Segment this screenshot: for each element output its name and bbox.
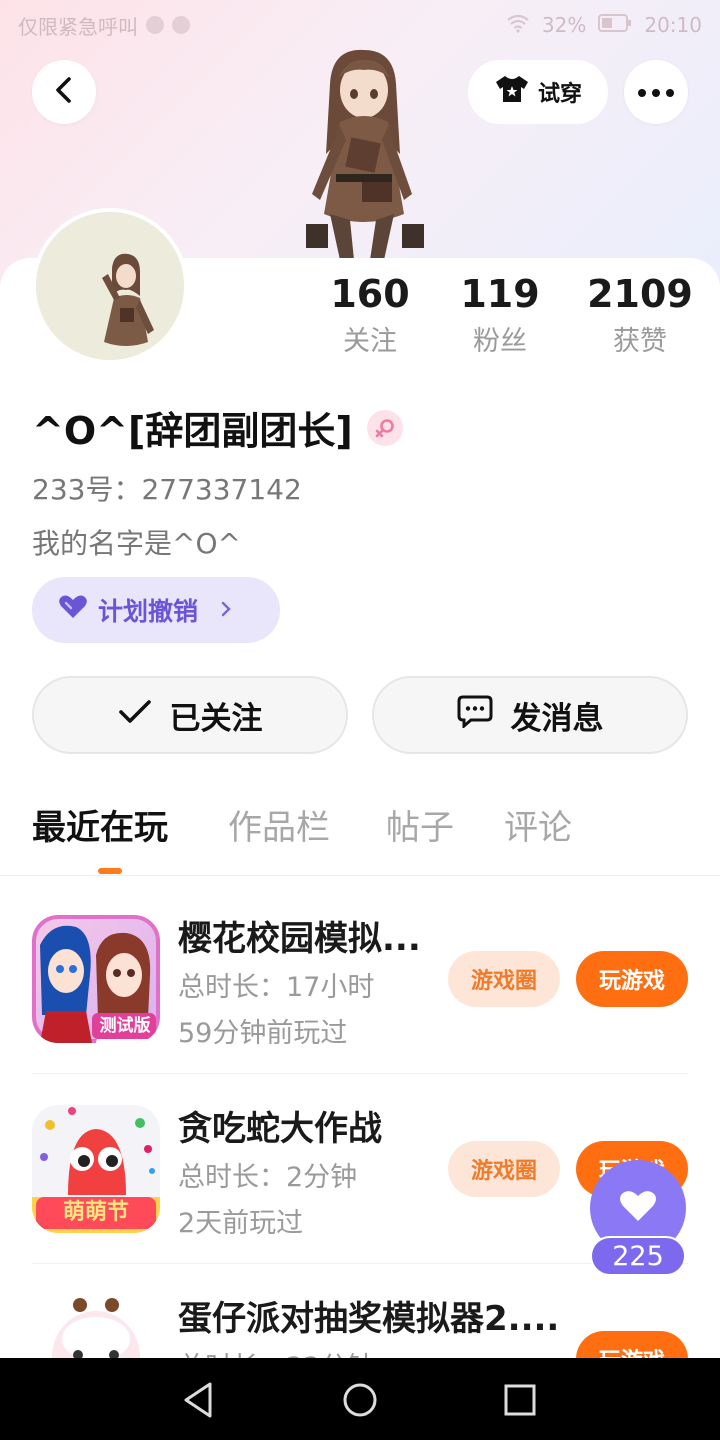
username-row: ^O^[辞团副团长] xyxy=(32,400,403,455)
stat-value: 2109 xyxy=(587,272,693,316)
nav-recent-apps-button[interactable] xyxy=(498,1378,542,1422)
game-title: 蛋仔派对抽奖模拟器2.... xyxy=(178,1299,560,1339)
clock: 20:10 xyxy=(644,13,702,37)
checkmark-icon xyxy=(118,697,152,733)
plan-label: 计划撤销 xyxy=(98,597,199,626)
status-right: 32% 20:10 xyxy=(506,13,702,38)
character-figure xyxy=(282,44,442,260)
shirt-icon xyxy=(494,74,530,110)
tab-recently-played[interactable]: 最近在玩 xyxy=(32,800,168,849)
stat-label: 粉丝 xyxy=(473,326,527,357)
female-gender-icon xyxy=(366,409,403,446)
game-title: 贪吃蛇大作战 xyxy=(178,1109,382,1149)
nav-home-button[interactable] xyxy=(338,1378,382,1422)
stat-following[interactable]: 160 关注 xyxy=(300,268,440,364)
status-bar: 仅限紧急呼叫 32% 20:10 xyxy=(0,0,720,50)
wifi-icon xyxy=(506,13,530,38)
heart-icon xyxy=(58,594,88,626)
like-count: 225 xyxy=(590,1236,686,1276)
chevron-left-icon xyxy=(53,76,75,108)
back-button[interactable] xyxy=(32,60,96,124)
try-on-label: 试穿 xyxy=(537,82,582,107)
snake-game-icon: 萌萌节 xyxy=(32,1105,160,1233)
triangle-back-icon xyxy=(176,1382,220,1426)
circle-home-icon xyxy=(338,1383,382,1426)
game-duration: 总时长：17小时 xyxy=(178,972,375,1003)
game-icon-badge: 萌萌节 xyxy=(62,1200,129,1225)
more-button[interactable] xyxy=(624,60,688,124)
stat-value: 160 xyxy=(330,272,410,316)
divider xyxy=(32,1073,688,1074)
stat-value: 119 xyxy=(460,272,540,316)
try-on-button[interactable]: 试穿 xyxy=(468,60,608,124)
carrier-text: 仅限紧急呼叫 xyxy=(18,14,138,39)
avatar[interactable] xyxy=(32,208,188,364)
profile-page: 仅限紧急呼叫 32% 20:10 试穿 160 关注 119 粉丝 2109 获… xyxy=(0,0,720,1440)
plan-chip[interactable]: 计划撤销 xyxy=(32,577,280,643)
status-left: 仅限紧急呼叫 xyxy=(18,11,190,40)
stat-label: 关注 xyxy=(343,326,397,357)
battery-percent: 32% xyxy=(541,13,587,37)
game-icon-badge: 测试版 xyxy=(99,1016,151,1036)
followed-label: 已关注 xyxy=(169,700,263,737)
user-id-label: 233号： xyxy=(32,473,142,506)
stats-row: 160 关注 119 粉丝 2109 获赞 xyxy=(300,268,710,368)
battery-icon xyxy=(598,13,632,37)
username: ^O^[辞团副团长] xyxy=(32,409,353,453)
game-last-played: 59分钟前玩过 xyxy=(178,1018,348,1049)
notification-icon xyxy=(146,16,164,34)
user-id-value: 277337142 xyxy=(141,473,302,506)
stat-likes[interactable]: 2109 获赞 xyxy=(570,268,710,364)
active-tab-indicator xyxy=(98,868,122,874)
send-message-button[interactable]: 发消息 xyxy=(372,676,688,754)
bio: 我的名字是^O^ xyxy=(32,527,241,560)
game-circle-button[interactable]: 游戏圈 xyxy=(448,951,560,1007)
tab-works[interactable]: 作品栏 xyxy=(228,800,330,849)
play-game-button[interactable]: 玩游戏 xyxy=(576,951,688,1007)
notification-icon xyxy=(172,16,190,34)
user-id: 233号：277337142 xyxy=(32,468,302,508)
chevron-right-icon xyxy=(220,596,232,624)
game-last-played: 2天前玩过 xyxy=(178,1208,304,1239)
tab-posts[interactable]: 帖子 xyxy=(386,800,454,849)
divider xyxy=(0,875,720,876)
message-label: 发消息 xyxy=(510,700,604,737)
square-recent-icon xyxy=(498,1384,542,1426)
more-dots-icon xyxy=(637,83,675,102)
heart-icon xyxy=(618,1188,658,1228)
chat-bubble-icon xyxy=(457,694,493,736)
game-duration: 总时长：2分钟 xyxy=(178,1162,358,1193)
nav-back-button[interactable] xyxy=(176,1378,220,1422)
stat-label: 获赞 xyxy=(613,326,667,357)
tab-comments[interactable]: 评论 xyxy=(504,800,572,849)
divider xyxy=(32,1263,688,1264)
sakura-school-game-icon: 测试版 xyxy=(32,915,160,1043)
game-title: 樱花校园模拟... xyxy=(178,919,421,959)
stat-followers[interactable]: 119 粉丝 xyxy=(430,268,570,364)
followed-button[interactable]: 已关注 xyxy=(32,676,348,754)
system-navigation-bar xyxy=(0,1358,720,1440)
game-item[interactable]: 测试版 樱花校园模拟... 总时长：17小时 59分钟前玩过 游戏圈 玩游戏 xyxy=(0,915,720,1105)
game-circle-button[interactable]: 游戏圈 xyxy=(448,1141,560,1197)
